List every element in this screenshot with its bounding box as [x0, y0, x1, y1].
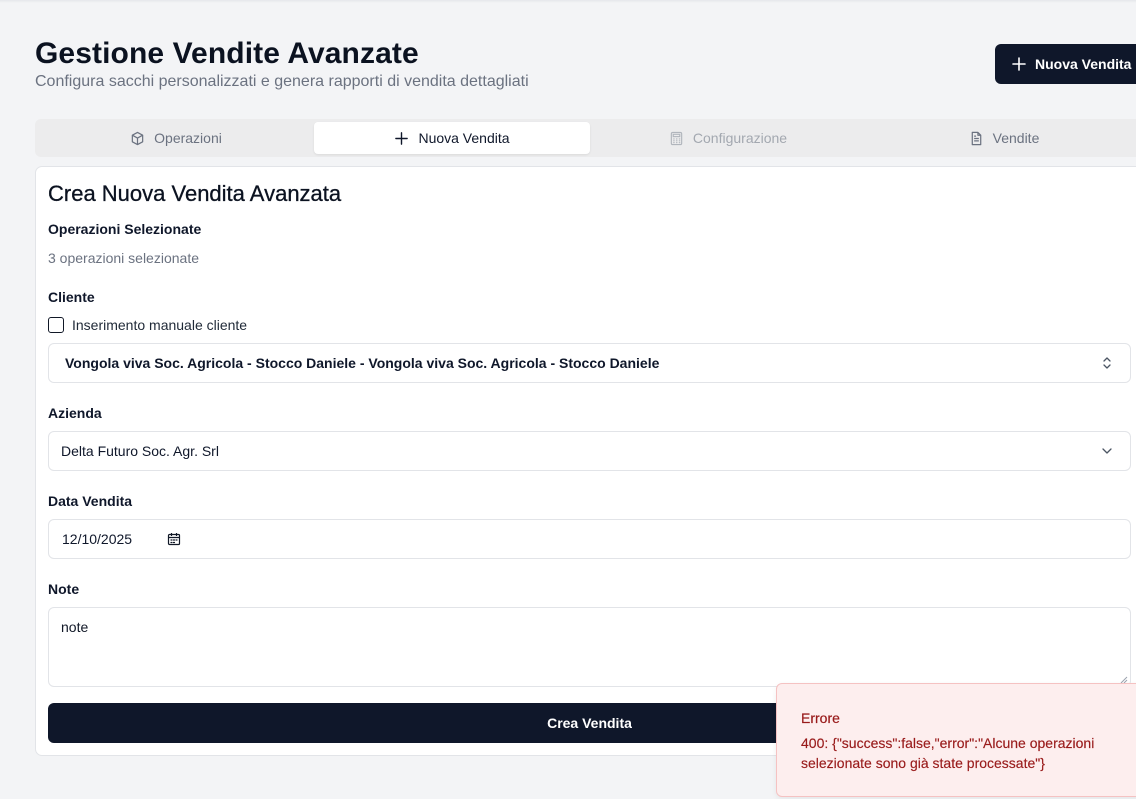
calculator-icon — [670, 131, 683, 145]
tab-label: Nuova Vendita — [418, 130, 510, 146]
date-label: Data Vendita — [48, 493, 133, 509]
operations-count: 3 operazioni selezionate — [48, 250, 199, 266]
new-sale-button[interactable]: Nuova Vendita — [995, 44, 1136, 84]
page-title: Gestione Vendite Avanzate — [35, 37, 419, 70]
tab-configurazione[interactable]: Configurazione — [590, 122, 866, 154]
date-input-value: 12/10/2025 — [62, 531, 133, 547]
manual-client-label[interactable]: Inserimento manuale cliente — [72, 317, 247, 333]
manual-client-option: Inserimento manuale cliente — [48, 317, 247, 333]
page-subtitle: Configura sacchi personalizzati e genera… — [35, 73, 529, 90]
client-select-value: Vongola viva Soc. Agricola - Stocco Dani… — [65, 355, 660, 371]
chevron-down-icon — [1102, 448, 1112, 454]
tab-label: Vendite — [992, 130, 1040, 146]
error-toast[interactable]: Errore 400: {"success":false,"error":"Al… — [776, 683, 1136, 797]
plus-icon — [1012, 57, 1026, 71]
calendar-icon[interactable] — [167, 532, 181, 546]
chevrons-up-down-icon — [1103, 357, 1111, 369]
tab-vendite[interactable]: Vendite — [866, 122, 1136, 154]
create-sale-button-label: Crea Vendita — [547, 715, 632, 731]
tab-operazioni[interactable]: Operazioni — [38, 122, 314, 154]
page: Gestione Vendite Avanzate Configura sacc… — [0, 0, 1136, 799]
box-icon — [131, 131, 144, 145]
error-toast-title: Errore — [801, 710, 840, 726]
notes-textarea[interactable]: note — [48, 607, 1131, 687]
company-select[interactable]: Delta Futuro Soc. Agr. Srl — [48, 431, 1131, 471]
error-toast-message: 400: {"success":false,"error":"Alcune op… — [801, 735, 1095, 771]
form-title: Crea Nuova Vendita Avanzata — [48, 181, 342, 206]
company-select-value: Delta Futuro Soc. Agr. Srl — [61, 443, 219, 459]
tab-label: Operazioni — [154, 130, 222, 146]
client-label: Cliente — [48, 289, 95, 305]
company-label: Azienda — [48, 405, 102, 421]
manual-client-checkbox[interactable] — [48, 317, 64, 333]
new-sale-form-card: Crea Nuova Vendita Avanzata Operazioni S… — [35, 166, 1136, 756]
tab-label: Configurazione — [692, 130, 788, 146]
date-input[interactable]: 12/10/2025 — [48, 519, 1131, 559]
notes-label: Note — [48, 581, 80, 597]
client-select[interactable]: Vongola viva Soc. Agricola - Stocco Dani… — [48, 343, 1131, 383]
notes-value: note — [61, 619, 89, 635]
top-divider — [0, 0, 1136, 3]
operations-label: Operazioni Selezionate — [48, 221, 202, 237]
tab-nuova-vendita[interactable]: Nuova Vendita — [314, 122, 590, 154]
plus-icon — [395, 131, 409, 145]
new-sale-button-label: Nuova Vendita — [1035, 56, 1132, 72]
document-icon — [971, 131, 981, 145]
tab-bar: Operazioni Nuova Vendita Configurazione … — [35, 119, 1136, 157]
